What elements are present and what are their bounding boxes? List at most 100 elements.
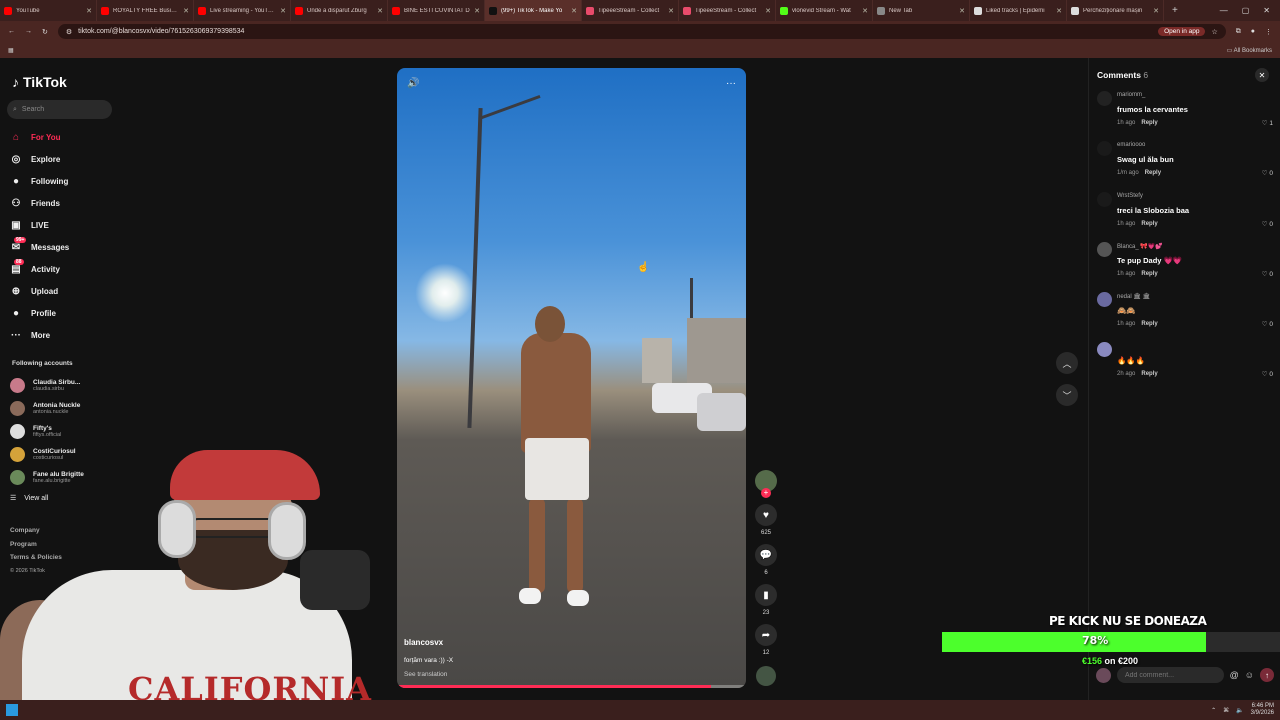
reply-button[interactable]: Reply: [1141, 120, 1157, 126]
menu-icon[interactable]: ⋮: [1265, 28, 1272, 36]
browser-tab[interactable]: Unde a dispărut Zburg ✕: [291, 0, 388, 21]
browser-tab[interactable]: YouTube ✕: [0, 0, 97, 21]
music-disc-icon[interactable]: [756, 666, 776, 686]
reply-button[interactable]: Reply: [1141, 371, 1157, 377]
tab-close-icon[interactable]: ✕: [474, 7, 480, 15]
more-options-icon[interactable]: ···: [726, 78, 736, 89]
video-progress-bar[interactable]: [397, 685, 746, 688]
creator-avatar[interactable]: +: [755, 470, 777, 498]
avatar[interactable]: [1097, 241, 1112, 257]
comment-username[interactable]: nedal 🏛 🏛: [1117, 293, 1150, 300]
volume-icon[interactable]: 🔊: [407, 78, 419, 89]
tab-close-icon[interactable]: ✕: [280, 7, 286, 15]
profile-icon[interactable]: ●: [1251, 28, 1255, 35]
sidebar-item-for-you[interactable]: ⌂ For You: [10, 126, 69, 148]
avatar[interactable]: [1097, 91, 1112, 106]
browser-tab[interactable]: New Tab ✕: [873, 0, 970, 21]
tab-close-icon[interactable]: ✕: [959, 7, 965, 15]
share-button[interactable]: ➦: [755, 624, 777, 646]
search-input[interactable]: ⌕ Search: [7, 100, 112, 119]
browser-tab[interactable]: (99+) TikTok - Make Yo ✕: [485, 0, 582, 21]
all-bookmarks-button[interactable]: ▭ All Bookmarks: [1227, 47, 1272, 54]
browser-tab[interactable]: ROYALTY FREE Business ✕: [97, 0, 194, 21]
browser-tab[interactable]: vlonevid Stream - Wat ✕: [776, 0, 873, 21]
emoji-icon[interactable]: ☺: [1245, 670, 1254, 680]
browser-tab[interactable]: TipeeeStream - Collect ✕: [582, 0, 679, 21]
comment-like-button[interactable]: ♡ 0: [1262, 320, 1273, 328]
comment-like-button[interactable]: ♡ 0: [1262, 220, 1273, 228]
reply-button[interactable]: Reply: [1145, 170, 1161, 176]
avatar[interactable]: [1097, 292, 1112, 308]
extensions-icon[interactable]: ⧉: [1236, 28, 1241, 36]
maximize-icon[interactable]: ▢: [1242, 6, 1250, 15]
comment-like-button[interactable]: ♡ 0: [1262, 270, 1273, 278]
browser-tab[interactable]: Percheziționare mașin ✕: [1067, 0, 1164, 21]
comment-like-button[interactable]: ♡ 0: [1262, 169, 1273, 177]
tray-chevron-icon[interactable]: ⌃: [1211, 707, 1216, 714]
sidebar-item-following[interactable]: ● Following: [10, 170, 69, 192]
browser-tab[interactable]: Live streaming - YouTube ✕: [194, 0, 291, 21]
tab-close-icon[interactable]: ✕: [862, 7, 868, 15]
browser-tab[interactable]: BINE ESTI CUVINTAT D ✕: [388, 0, 485, 21]
avatar[interactable]: [1097, 342, 1112, 358]
tab-close-icon[interactable]: ✕: [377, 7, 383, 15]
speaker-icon[interactable]: 🔈: [1236, 707, 1243, 714]
comment-username[interactable]: emarioooo: [1117, 142, 1145, 148]
sidebar-item-upload[interactable]: ⊕ Upload: [10, 280, 69, 302]
following-account[interactable]: Antonia Nuckle antonia.nuckle: [10, 397, 84, 420]
reload-icon[interactable]: ↻: [42, 28, 48, 36]
reply-button[interactable]: Reply: [1141, 271, 1157, 277]
url-field[interactable]: ⚙ tiktok.com/@blancosvx/video/7615263069…: [57, 24, 1226, 39]
forward-icon[interactable]: →: [25, 28, 32, 35]
tab-close-icon[interactable]: ✕: [668, 7, 674, 15]
tab-close-icon[interactable]: ✕: [765, 7, 771, 15]
sidebar-item-activity[interactable]: ▤ Activity 88: [10, 258, 69, 280]
site-info-icon[interactable]: ⚙: [66, 28, 72, 36]
video-player[interactable]: 🔊 ··· blancosvx forțăm vara :)) -X See t…: [397, 68, 746, 688]
sidebar-item-live[interactable]: ▣ LIVE: [10, 214, 69, 236]
follow-plus-icon[interactable]: +: [761, 488, 771, 498]
network-icon[interactable]: ⌘: [1223, 707, 1229, 714]
reply-button[interactable]: Reply: [1141, 321, 1157, 327]
video-author[interactable]: blancosvx: [404, 638, 443, 647]
sidebar-item-more[interactable]: ··· More: [10, 324, 69, 346]
comment-like-button[interactable]: ♡ 1: [1262, 119, 1273, 127]
save-button[interactable]: ▮: [755, 584, 777, 606]
apps-icon[interactable]: ▦: [8, 47, 14, 54]
reply-button[interactable]: Reply: [1141, 221, 1157, 227]
avatar[interactable]: [1097, 191, 1112, 207]
browser-tab[interactable]: Liked tracks | Epidemi ✕: [970, 0, 1067, 21]
sidebar-item-explore[interactable]: ◎ Explore: [10, 148, 69, 170]
bookmark-star-icon[interactable]: ☆: [1211, 28, 1217, 36]
minimize-icon[interactable]: —: [1220, 6, 1228, 15]
comment-username[interactable]: Blanca_ 🎀💗💕: [1117, 243, 1163, 250]
tab-close-icon[interactable]: ✕: [183, 7, 189, 15]
new-tab-button[interactable]: +: [1164, 5, 1186, 16]
comment-button[interactable]: 💬: [755, 544, 777, 566]
comment-username[interactable]: WrstStefy: [1117, 193, 1143, 199]
tiktok-logo[interactable]: ♪ TikTok: [12, 74, 67, 90]
back-icon[interactable]: ←: [8, 28, 15, 35]
mention-icon[interactable]: @: [1230, 670, 1239, 680]
following-account[interactable]: Claudia Sirbu... claudia.sirbu: [10, 374, 84, 397]
see-translation-link[interactable]: See translation: [404, 671, 447, 678]
tab-close-icon[interactable]: ✕: [571, 7, 577, 15]
windows-start-icon[interactable]: [6, 704, 18, 716]
close-window-icon[interactable]: ✕: [1263, 6, 1270, 15]
open-in-app-button[interactable]: Open in app: [1158, 27, 1206, 36]
post-comment-button[interactable]: ↑: [1260, 668, 1274, 682]
like-button[interactable]: ♥: [755, 504, 777, 526]
next-video-button[interactable]: ﹀: [1056, 384, 1078, 406]
tab-close-icon[interactable]: ✕: [1056, 7, 1062, 15]
taskbar-clock[interactable]: 6:46 PM 3/9/2026: [1251, 703, 1274, 717]
browser-tab[interactable]: TipeeeStream - Collect ✕: [679, 0, 776, 21]
close-comments-button[interactable]: ✕: [1255, 68, 1269, 82]
add-comment-input[interactable]: [1117, 667, 1224, 683]
tab-close-icon[interactable]: ✕: [86, 7, 92, 15]
sidebar-item-friends[interactable]: ⚇ Friends: [10, 192, 69, 214]
sidebar-item-profile[interactable]: ● Profile: [10, 302, 69, 324]
avatar[interactable]: [1097, 141, 1112, 157]
tab-close-icon[interactable]: ✕: [1153, 7, 1159, 15]
comment-like-button[interactable]: ♡ 0: [1262, 370, 1273, 378]
previous-video-button[interactable]: ︿: [1056, 352, 1078, 374]
